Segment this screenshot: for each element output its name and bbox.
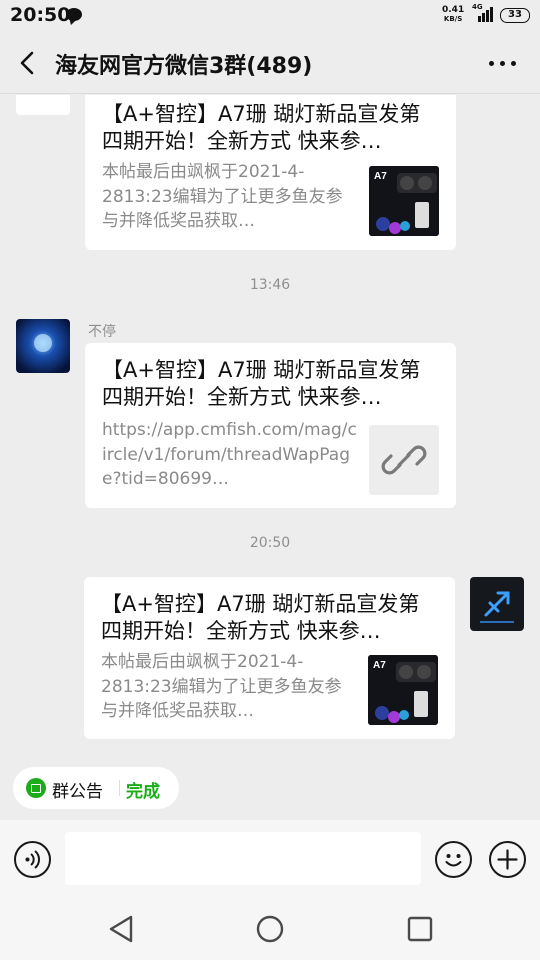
emoji-icon[interactable]	[435, 841, 472, 878]
link-card-thumbnail	[369, 425, 439, 495]
sagittarius-avatar-icon	[470, 577, 524, 631]
svg-text:A7: A7	[373, 660, 386, 671]
message-input[interactable]	[65, 832, 421, 885]
battery-icon: 33	[500, 8, 530, 23]
my-avatar[interactable]	[470, 577, 524, 631]
notice-icon	[26, 778, 46, 798]
link-card-thumbnail: A7	[369, 166, 439, 236]
more-options-icon[interactable]	[486, 52, 518, 74]
galaxy-avatar-icon	[16, 319, 70, 373]
gold-badge-icon	[16, 95, 70, 115]
status-bar: 20:50 0.41 KB/S 4G 33	[0, 0, 540, 32]
voice-input-icon[interactable]	[14, 841, 51, 878]
system-navigation-bar	[0, 900, 540, 960]
link-card[interactable]: 【A+智控】A7珊 瑚灯新品宣发第四期开始！全新方式 快来参… 本帖最后由飒枫于…	[84, 577, 455, 739]
signal-icon: 4G	[472, 3, 494, 22]
link-card-title: 【A+智控】A7珊 瑚灯新品宣发第四期开始！全新方式 快来参…	[102, 102, 421, 153]
chat-message-list[interactable]: 【A+智控】A7珊 瑚灯新品宣发第四期开始！全新方式 快来参… 本帖最后由飒枫于…	[0, 95, 540, 755]
message-notification-icon	[66, 8, 82, 21]
done-button[interactable]: 完成	[126, 777, 160, 802]
svg-text:A7: A7	[374, 171, 387, 182]
link-card-description: https://app.cmfish.com/mag/circle/v1/for…	[102, 420, 357, 489]
status-time: 20:50	[10, 4, 71, 26]
back-arrow-icon[interactable]	[14, 48, 44, 78]
battery-level: 33	[508, 9, 522, 20]
network-speed: 0.41 KB/S	[442, 6, 464, 24]
back-triangle-icon[interactable]	[106, 914, 136, 944]
link-card-description: 本帖最后由飒枫于2021-4-2813:23编辑为了让更多鱼友参与并降低奖品获取…	[102, 162, 343, 231]
link-card-description: 本帖最后由飒枫于2021-4-2813:23编辑为了让更多鱼友参与并降低奖品获取…	[101, 652, 342, 721]
chat-input-bar	[0, 820, 540, 900]
sender-name: 不停	[88, 324, 116, 340]
link-card-title: 【A+智控】A7珊 瑚灯新品宣发第四期开始！全新方式 快来参…	[101, 592, 420, 643]
link-card[interactable]: 【A+智控】A7珊 瑚灯新品宣发第四期开始！全新方式 快来参… 本帖最后由飒枫于…	[85, 95, 456, 250]
product-image-icon: A7	[369, 166, 439, 236]
network-speed-value: 0.41	[442, 5, 465, 15]
link-icon	[381, 445, 427, 475]
group-notice-pill[interactable]: 群公告 完成	[13, 767, 179, 809]
link-card-title: 【A+智控】A7珊 瑚灯新品宣发第四期开始！全新方式 快来参…	[102, 358, 421, 409]
link-card-thumbnail: A7	[368, 655, 438, 725]
chat-header: 海友网官方微信3群(489)	[0, 32, 540, 94]
divider	[119, 780, 120, 796]
sender-avatar[interactable]	[16, 319, 70, 373]
message-timestamp: 13:46	[249, 277, 291, 293]
product-image-icon: A7	[368, 655, 438, 725]
group-notice-label: 群公告	[52, 782, 103, 802]
plus-icon[interactable]	[489, 841, 526, 878]
network-type: 4G	[472, 3, 483, 11]
message-timestamp: 20:50	[249, 535, 291, 551]
group-notice-area: 群公告 完成	[0, 755, 540, 820]
home-circle-icon[interactable]	[255, 914, 285, 944]
link-card[interactable]: 【A+智控】A7珊 瑚灯新品宣发第四期开始！全新方式 快来参… https://…	[85, 343, 456, 508]
chat-title: 海友网官方微信3群(489)	[55, 54, 313, 79]
sender-avatar[interactable]	[16, 95, 70, 115]
network-speed-unit: KB/S	[443, 15, 463, 23]
recent-apps-icon[interactable]	[405, 914, 435, 944]
